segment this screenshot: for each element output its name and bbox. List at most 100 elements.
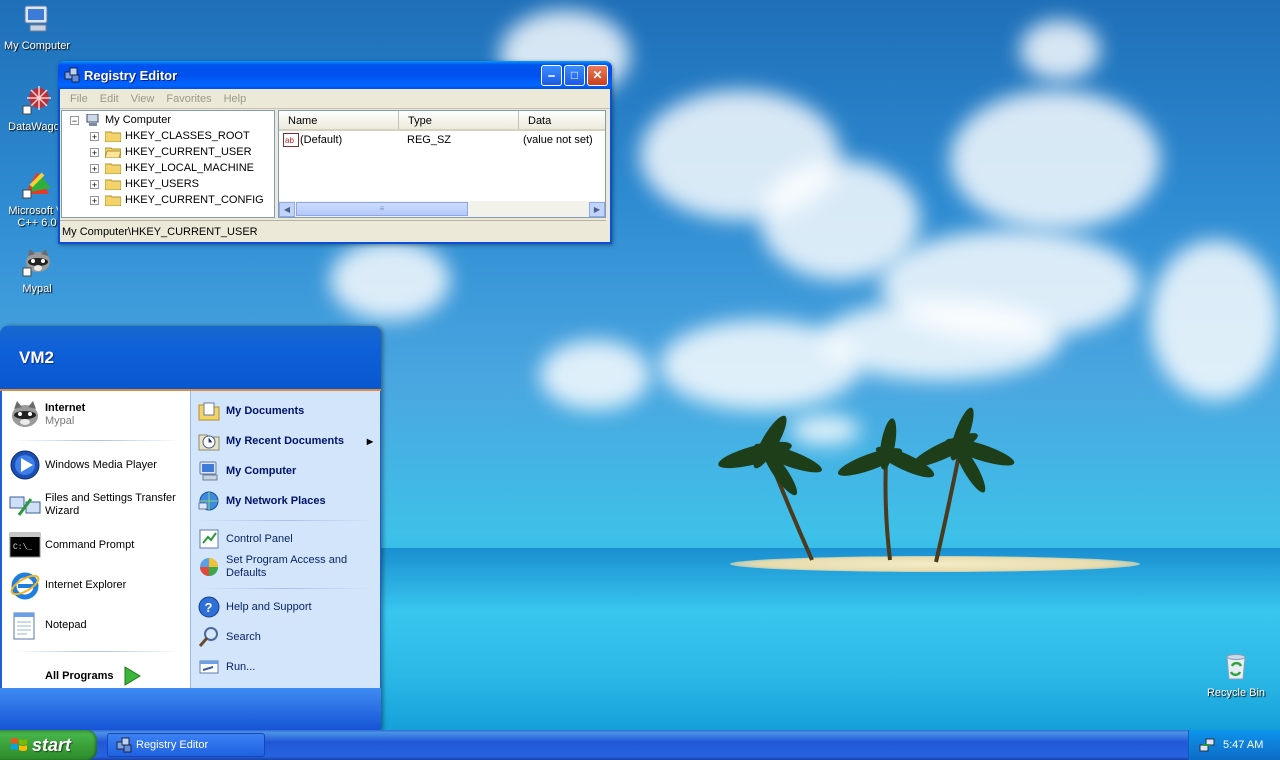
start-item-internet-explorer[interactable]: Internet Explorer [9, 569, 126, 601]
grip-icon: ≡ [379, 204, 385, 213]
tree-node-hkey-current-config[interactable]: + HKEY_CURRENT_CONFIG [90, 192, 264, 208]
tree-label: HKEY_LOCAL_MACHINE [125, 162, 254, 174]
values-list[interactable]: Name Type Data ab (Default) REG_SZ (valu… [278, 110, 606, 218]
wallpaper-cloud [540, 340, 650, 410]
menu-file[interactable]: File [64, 93, 94, 105]
start-item-title: Internet Explorer [45, 578, 127, 591]
start-item-title: Internet [45, 402, 86, 414]
scroll-right-button[interactable]: ▶ [589, 201, 605, 217]
start-item-set-program-access[interactable]: Set Program Access and Defaults [198, 554, 347, 580]
expand-icon[interactable]: + [90, 147, 99, 157]
tree-node-hkey-local-machine[interactable]: + HKEY_LOCAL_MACHINE [90, 160, 254, 176]
desktop-icon-mypal[interactable]: Mypal [0, 246, 74, 295]
value-type: REG_SZ [407, 133, 452, 146]
arrow-left-icon: ◀ [283, 204, 291, 214]
tray-network-icon[interactable] [1199, 737, 1215, 753]
start-item-help-support[interactable]: ? Help and Support [198, 596, 312, 618]
start-menu-footer [0, 688, 381, 730]
computer-icon [86, 114, 99, 126]
tree-node-hkey-users[interactable]: + HKEY_USERS [90, 176, 199, 192]
taskbar-button-registry-editor[interactable]: Registry Editor [107, 733, 265, 757]
internet-explorer-icon [10, 572, 40, 600]
tree-node-hkey-classes-root[interactable]: + HKEY_CLASSES_ROOT [90, 128, 250, 144]
expand-icon[interactable]: + [90, 195, 99, 205]
green-arrow-icon [124, 666, 142, 686]
close-button[interactable]: ✕ [587, 64, 608, 86]
menu-favorites[interactable]: Favorites [160, 93, 217, 105]
start-item-title-line1: Files and Settings Transfer [45, 492, 176, 504]
start-item-title: My Computer [226, 465, 297, 477]
scroll-left-button[interactable]: ◀ [279, 201, 295, 217]
expand-icon[interactable]: + [90, 179, 99, 189]
start-item-title-line2: Wizard [45, 505, 80, 517]
separator [10, 651, 182, 652]
svg-text:C:\_: C:\_ [13, 543, 32, 552]
minimize-button[interactable]: ⎯ [541, 64, 562, 86]
expand-icon[interactable]: + [90, 131, 99, 141]
start-item-my-computer[interactable]: My Computer [198, 460, 296, 482]
scroll-thumb[interactable]: ≡ [296, 202, 468, 216]
clock[interactable]: 5:47 AM [1223, 739, 1263, 751]
expand-icon[interactable]: + [90, 163, 99, 173]
start-item-title-line1: Set Program Access and [226, 554, 348, 566]
wallpaper-cloud [330, 240, 450, 320]
folder-icon [105, 195, 121, 206]
all-programs-button[interactable]: All Programs [45, 665, 143, 687]
run-icon [199, 660, 219, 674]
start-button[interactable]: start [0, 730, 97, 760]
start-item-control-panel[interactable]: Control Panel [198, 528, 293, 550]
value-name: (Default) [300, 133, 343, 146]
tree-node-hkey-current-user[interactable]: + HKEY_CURRENT_USER [90, 144, 252, 160]
start-item-run[interactable]: Run... [198, 656, 255, 678]
start-item-title: My Network Places [226, 495, 326, 507]
folder-icon [105, 131, 121, 142]
column-name-header[interactable]: Name [279, 111, 399, 129]
my-computer-icon [24, 5, 48, 32]
maximize-button[interactable]: □ [564, 64, 585, 86]
desktop-icon-my-computer[interactable]: My Computer [0, 3, 74, 52]
start-item-files-settings-transfer[interactable]: Files and Settings Transfer Wizard [9, 489, 176, 521]
start-item-my-documents[interactable]: My Documents [198, 400, 304, 422]
desktop-icon-recycle-bin[interactable]: Recycle Bin [1199, 650, 1273, 699]
start-item-my-recent-documents[interactable]: My Recent Documents ▶ [198, 430, 373, 452]
start-item-title: Windows Media Player [45, 458, 157, 471]
registry-editor-icon [64, 67, 80, 83]
window-titlebar[interactable]: Registry Editor ⎯ □ ✕ [58, 61, 612, 89]
table-row[interactable]: ab (Default) REG_SZ (value not set) [279, 131, 605, 148]
start-menu[interactable]: VM2 Internet Mypal Windows Media Player … [0, 326, 381, 730]
registry-editor-window[interactable]: Registry Editor ⎯ □ ✕ File Edit View Fav… [58, 61, 612, 244]
wallpaper-cloud [950, 90, 1160, 230]
tree-node-my-computer[interactable]: − My Computer [70, 112, 171, 128]
start-item-notepad[interactable]: Notepad [9, 609, 87, 641]
desktop-icon-label: My Computer [3, 40, 71, 52]
menu-view[interactable]: View [125, 93, 161, 105]
registry-tree[interactable]: − My Computer + HKEY_CLASSES_ROOT + HKEY… [61, 110, 275, 218]
start-item-title: Search [226, 631, 261, 643]
column-type-header[interactable]: Type [399, 111, 519, 129]
start-item-command-prompt[interactable]: C:\_ Command Prompt [9, 529, 134, 561]
start-item-my-network-places[interactable]: My Network Places [198, 490, 326, 512]
value-data: (value not set) [523, 133, 593, 146]
separator [10, 440, 182, 441]
network-places-icon [198, 491, 219, 511]
desktop-icon-label: Mypal [22, 283, 52, 295]
start-item-title: Command Prompt [45, 538, 135, 551]
start-item-windows-media-player[interactable]: Windows Media Player [9, 449, 157, 481]
start-item-internet[interactable]: Internet Mypal [9, 399, 85, 431]
wallpaper-cloud [1150, 240, 1280, 400]
start-item-search[interactable]: Search [198, 626, 261, 648]
wallpaper-cloud [820, 300, 1060, 380]
tree-label: HKEY_USERS [125, 178, 199, 190]
menu-help[interactable]: Help [218, 93, 253, 105]
my-computer-icon [199, 461, 218, 481]
horizontal-scrollbar[interactable]: ◀ ≡ ▶ [279, 201, 605, 217]
window-title: Registry Editor [84, 67, 178, 83]
menu-edit[interactable]: Edit [94, 93, 125, 105]
start-menu-header: VM2 [0, 326, 381, 391]
start-label: start [32, 734, 72, 755]
start-item-title: My Recent Documents [226, 435, 344, 447]
collapse-icon[interactable]: − [70, 115, 79, 125]
column-data-header[interactable]: Data [519, 111, 605, 129]
menu-bar: File Edit View Favorites Help [60, 89, 610, 109]
close-icon: ✕ [592, 68, 603, 82]
